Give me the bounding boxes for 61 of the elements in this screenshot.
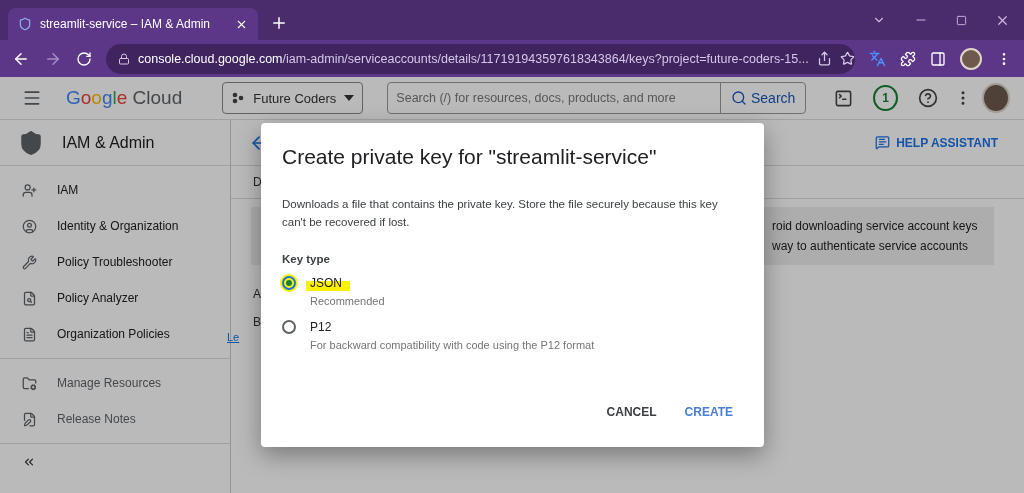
address-bar[interactable]: console.cloud.google.com/iam-admin/serviceaccounts/details/117191943597618343864/keys?project=future-coders-15...	[106, 43, 855, 74]
project-picker[interactable]: Future Coders	[222, 82, 364, 114]
menu-icon[interactable]	[22, 88, 42, 108]
caret-icon	[344, 95, 355, 101]
radio-button[interactable]	[282, 276, 296, 290]
help-icon[interactable]	[917, 88, 938, 108]
tab-title: streamlit-service – IAM & Admin	[40, 17, 212, 31]
shield-user-icon	[18, 129, 44, 156]
sidebar-item[interactable]: Release Notes	[0, 401, 230, 437]
radio-button[interactable]	[282, 320, 296, 334]
tab-label[interactable]: D	[231, 175, 262, 189]
sidebar-item[interactable]: IAM	[0, 172, 230, 208]
notification-badge[interactable]: 1	[873, 85, 898, 111]
folder-gear-icon	[22, 375, 37, 391]
sidebar-item[interactable]: Identity & Organization	[0, 208, 230, 244]
google-cloud-logo[interactable]: Google Cloud	[66, 87, 183, 109]
banner-text: way to authenticate service accounts	[772, 239, 970, 253]
wrench-icon	[22, 254, 37, 270]
sidebar-title: IAM & Admin	[62, 133, 155, 152]
key-type-label: Key type	[282, 253, 331, 265]
option-hint: Recommended	[310, 295, 386, 307]
section-label: A	[252, 287, 261, 301]
chat-icon	[875, 135, 891, 150]
person-add-icon	[22, 182, 37, 198]
sidebar-item[interactable]: Policy Analyzer	[0, 280, 230, 316]
translate-icon[interactable]	[869, 50, 886, 67]
browser-tab[interactable]: streamlit-service – IAM & Admin	[8, 8, 258, 40]
learn-link[interactable]: Le	[227, 331, 240, 343]
side-panel-icon[interactable]	[930, 50, 946, 67]
search-field[interactable]: Search (/) for resources, docs, products, and more Search	[387, 82, 807, 114]
banner-text: roid downloading service account keys	[772, 219, 979, 233]
hexagon-dots-icon	[231, 91, 246, 105]
help-assistant-button[interactable]: HELP ASSISTANT	[875, 135, 998, 150]
new-tab-icon[interactable]	[270, 14, 288, 32]
reload-icon[interactable]	[76, 50, 92, 67]
document-search-icon	[22, 290, 37, 306]
cancel-button[interactable]: CANCEL	[596, 399, 667, 425]
document-icon	[22, 326, 37, 342]
terminal-icon[interactable]	[834, 88, 854, 108]
shield-icon	[18, 17, 32, 31]
avatar[interactable]	[981, 83, 1010, 113]
collapse-icon[interactable]	[22, 455, 36, 469]
create-button[interactable]: CREATE	[674, 399, 743, 425]
share-icon[interactable]	[816, 51, 832, 66]
sidebar-item[interactable]: Policy Troubleshooter	[0, 244, 230, 280]
puzzle-icon[interactable]	[900, 50, 916, 67]
search-button[interactable]: Search	[719, 83, 806, 113]
lock-icon	[118, 52, 130, 65]
sidebar-item[interactable]: Manage Resources	[0, 365, 230, 401]
option-hint: For backward compatibility with code using the P12 format	[310, 339, 596, 351]
search-icon	[730, 90, 747, 106]
option-label: P12	[309, 319, 333, 335]
document-pen-icon	[22, 411, 37, 427]
person-circle-icon	[22, 218, 37, 234]
maximize-icon[interactable]	[956, 14, 967, 26]
dialog-description: Downloads a file that contains the private key. Store the file securely because this key can't be recovered if lost.	[282, 197, 719, 230]
url-text: console.cloud.google.com/iam-admin/serviceaccounts/details/117191943597618343864/keys?project=future-coders-15...	[138, 51, 809, 66]
star-icon[interactable]	[839, 51, 855, 66]
dialog-title: Create private key for "streamlit-service"	[282, 145, 658, 169]
avatar[interactable]	[960, 47, 982, 70]
section-label: B	[252, 315, 261, 329]
